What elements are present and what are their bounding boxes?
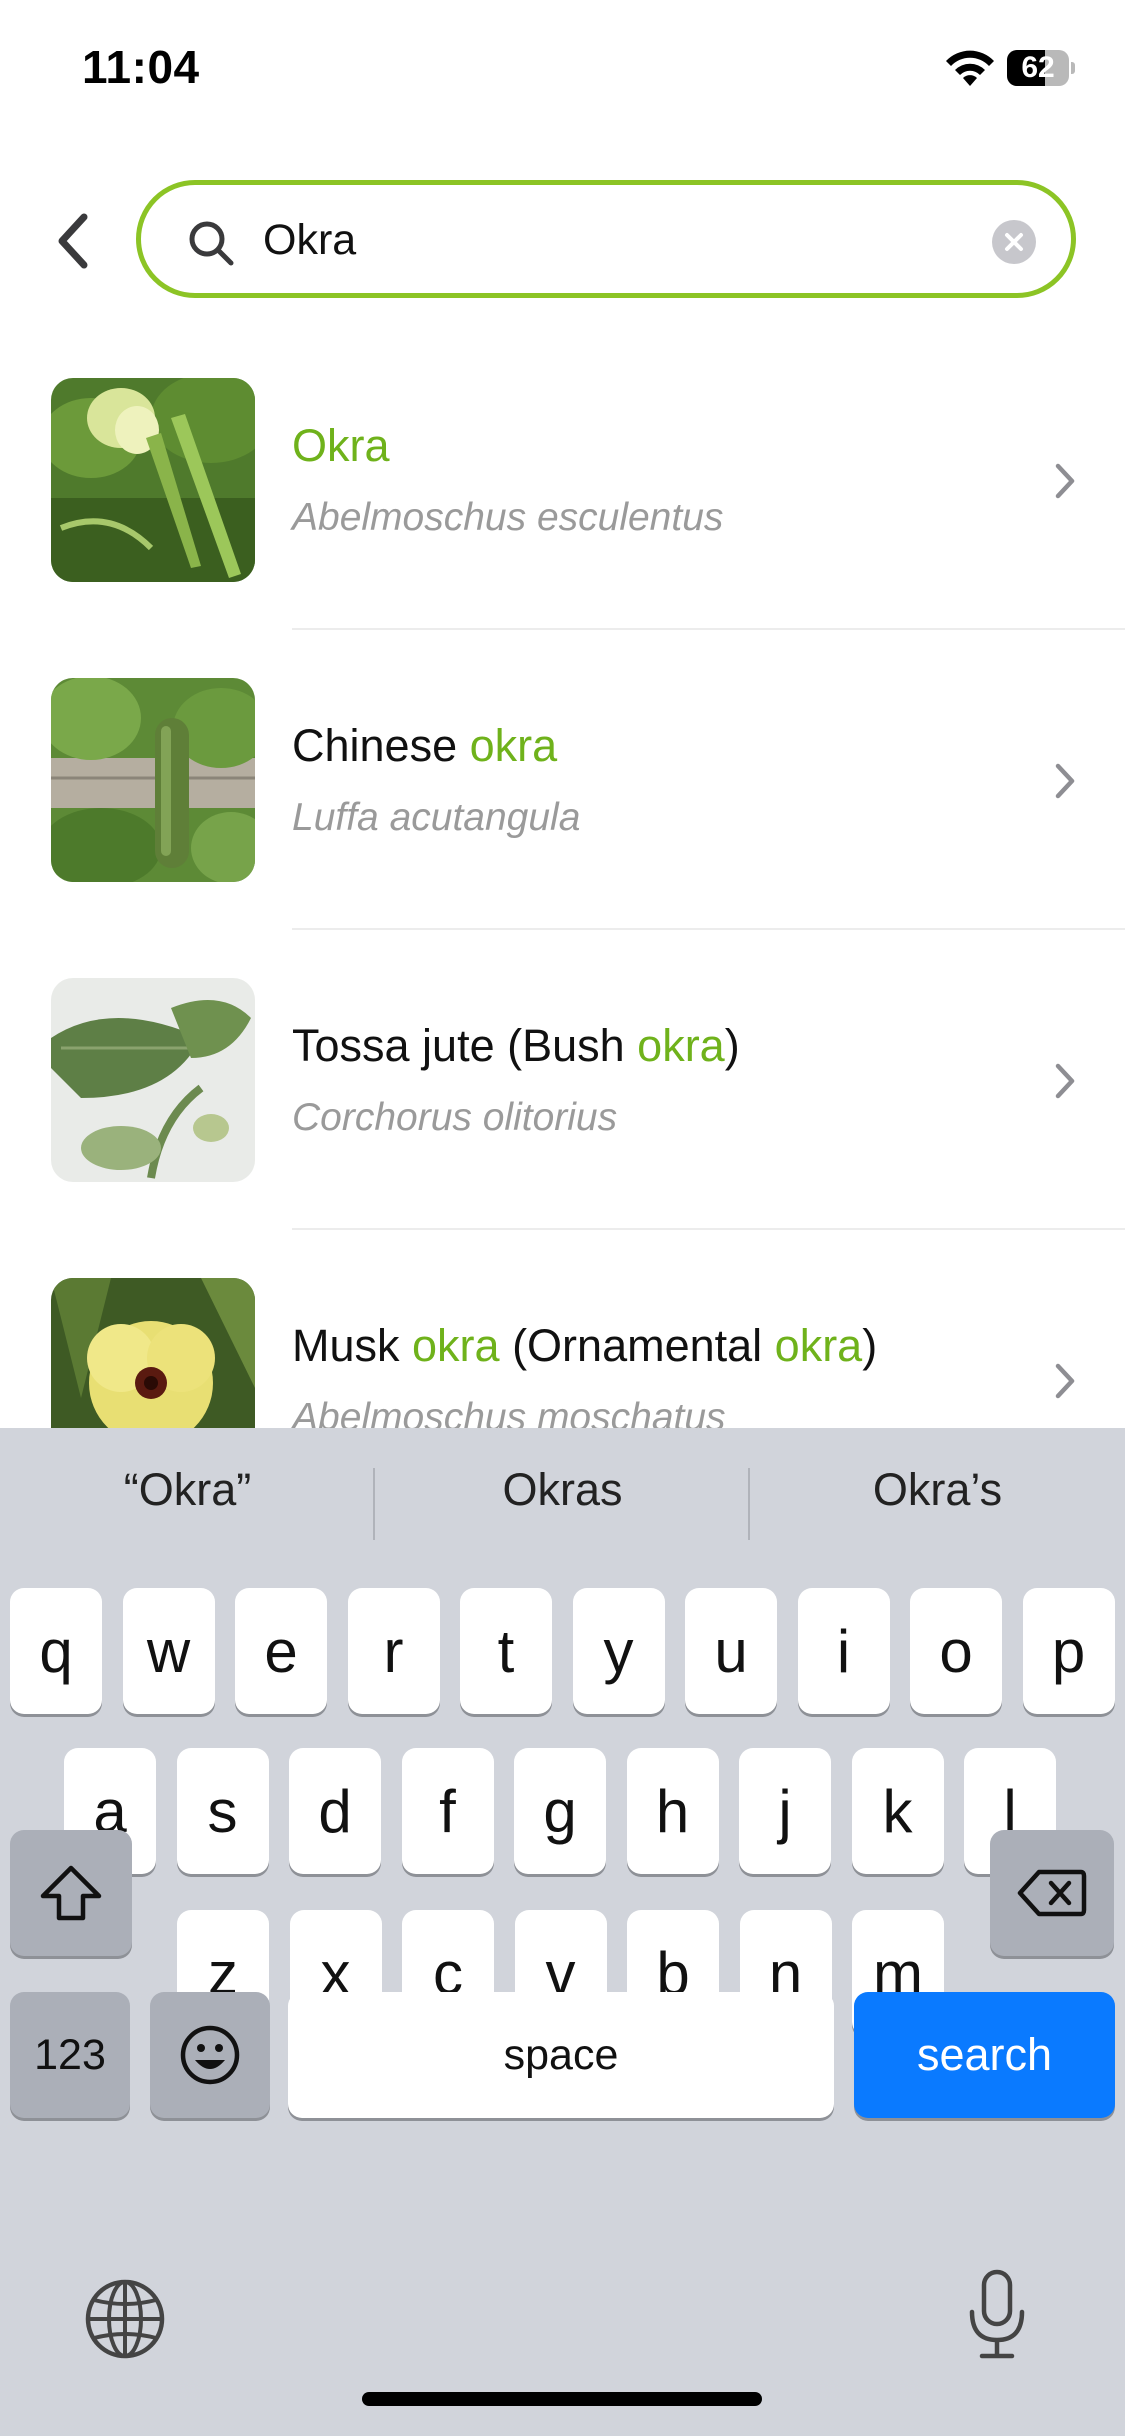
emoji-icon xyxy=(180,2025,240,2085)
search-icon xyxy=(189,221,234,266)
battery-indicator: 62 xyxy=(1007,50,1075,86)
chevron-right-icon xyxy=(1055,463,1075,499)
plant-scientific-name: Luffa acutangula xyxy=(292,796,581,839)
plant-scientific-name: Abelmoschus esculentus xyxy=(292,496,724,539)
microphone-icon[interactable] xyxy=(966,2268,1028,2362)
status-bar: 11:04 62 xyxy=(0,0,1125,140)
key-f[interactable]: f xyxy=(401,1748,494,1874)
space-key[interactable]: space xyxy=(288,1992,834,2118)
key-o[interactable]: o xyxy=(910,1588,1002,1714)
home-indicator xyxy=(362,2392,762,2406)
key-w[interactable]: w xyxy=(122,1588,215,1714)
plant-thumbnail xyxy=(51,678,255,882)
plant-thumbnail xyxy=(51,978,255,1182)
wifi-icon xyxy=(946,50,994,86)
backspace-key[interactable] xyxy=(990,1830,1114,1956)
close-icon xyxy=(1005,233,1023,251)
numbers-key[interactable]: 123 xyxy=(10,1992,130,2118)
list-item[interactable]: Chinese okra Luffa acutangula xyxy=(0,678,1125,978)
key-p[interactable]: p xyxy=(1022,1588,1115,1714)
key-q[interactable]: q xyxy=(10,1588,102,1714)
key-d[interactable]: d xyxy=(289,1748,381,1874)
divider xyxy=(292,928,1125,930)
plant-common-name: Okra xyxy=(292,420,390,472)
plant-common-name: Tossa jute (Bush okra) xyxy=(292,1020,740,1072)
screen: 11:04 62 Okra Okra Abelmoschus esculentu… xyxy=(0,0,1125,2436)
plant-common-name: Chinese okra xyxy=(292,720,557,772)
title-part: ) xyxy=(862,1320,878,1371)
chevron-left-icon xyxy=(58,213,88,269)
globe-icon[interactable] xyxy=(84,2278,166,2360)
shift-icon xyxy=(40,1865,102,1921)
key-r[interactable]: r xyxy=(347,1588,440,1714)
divider xyxy=(292,628,1125,630)
prediction-suggestion[interactable]: Okra’s xyxy=(750,1464,1125,1516)
plant-common-name: Musk okra (Ornamental okra) xyxy=(292,1320,877,1372)
key-u[interactable]: u xyxy=(685,1588,777,1714)
plant-thumbnail xyxy=(51,1278,255,1428)
title-part-highlight: okra xyxy=(469,720,558,771)
title-part-highlight: okra xyxy=(774,1320,863,1371)
plant-scientific-name: Abelmoschus moschatus xyxy=(292,1396,726,1428)
prediction-suggestion[interactable]: Okras xyxy=(375,1464,750,1516)
key-h[interactable]: h xyxy=(626,1748,719,1874)
title-part: ) xyxy=(724,1020,740,1071)
status-time: 11:04 xyxy=(82,41,200,93)
divider xyxy=(292,1228,1125,1230)
title-part: Tossa jute (Bush xyxy=(292,1020,638,1071)
search-bar[interactable] xyxy=(136,180,1076,298)
key-j[interactable]: j xyxy=(739,1748,831,1874)
key-i[interactable]: i xyxy=(797,1588,890,1714)
chevron-right-icon xyxy=(1055,1363,1075,1399)
title-part: (Ornamental xyxy=(499,1320,775,1371)
key-s[interactable]: s xyxy=(176,1748,269,1874)
back-button[interactable] xyxy=(48,208,98,274)
battery-percentage: 62 xyxy=(1021,51,1055,84)
title-part-highlight: Okra xyxy=(292,420,390,471)
shift-key[interactable] xyxy=(10,1830,132,1956)
results-list: Okra Abelmoschus esculentus Chinese okra… xyxy=(0,378,1125,1428)
chevron-right-icon xyxy=(1055,1063,1075,1099)
list-item[interactable]: Tossa jute (Bush okra) Corchorus olitori… xyxy=(0,978,1125,1278)
chevron-right-icon xyxy=(1055,763,1075,799)
list-item[interactable]: Musk okra (Ornamental okra) Abelmoschus … xyxy=(0,1278,1125,1428)
predictive-text-bar: “Okra” Okras Okra’s xyxy=(0,1428,1125,1578)
key-k[interactable]: k xyxy=(851,1748,944,1874)
list-item[interactable]: Okra Abelmoschus esculentus xyxy=(0,378,1125,678)
emoji-key[interactable] xyxy=(150,1992,270,2118)
key-g[interactable]: g xyxy=(514,1748,606,1874)
title-part-highlight: okra xyxy=(637,1020,725,1071)
backspace-icon xyxy=(1017,1869,1087,1917)
search-input[interactable] xyxy=(263,211,903,269)
title-part-highlight: okra xyxy=(412,1320,500,1371)
keyboard: “Okra” Okras Okra’s qwertyuiopasdfghjklz… xyxy=(0,1428,1125,2436)
clear-search-button[interactable] xyxy=(992,220,1036,264)
plant-scientific-name: Corchorus olitorius xyxy=(292,1096,618,1139)
plant-thumbnail xyxy=(51,378,255,582)
key-y[interactable]: y xyxy=(572,1588,665,1714)
key-t[interactable]: t xyxy=(460,1588,552,1714)
prediction-suggestion[interactable]: “Okra” xyxy=(0,1464,375,1516)
search-key[interactable]: search xyxy=(854,1992,1115,2118)
key-e[interactable]: e xyxy=(235,1588,327,1714)
title-part: Chinese xyxy=(292,720,470,771)
title-part: Musk xyxy=(292,1320,413,1371)
